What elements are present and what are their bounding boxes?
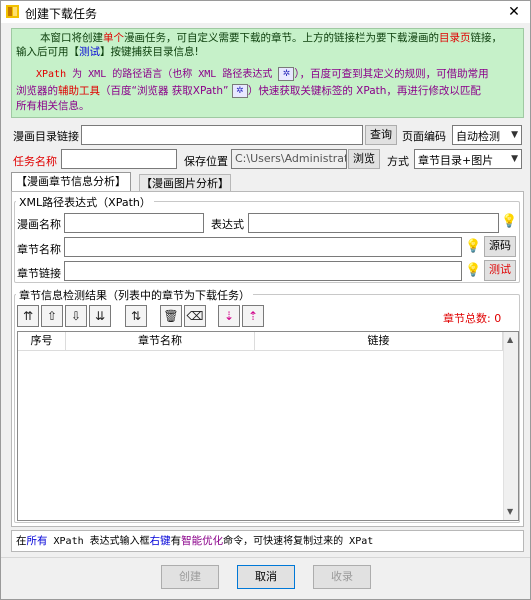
chapter-total: 章节总数: 0: [443, 312, 502, 325]
task-name-label: 任务名称: [13, 155, 57, 168]
save-location-label: 保存位置: [184, 155, 228, 168]
chapter-link-label: 章节链接: [17, 267, 61, 280]
title-bar[interactable]: 创建下载任务 ✕: [1, 1, 530, 23]
column-header-chapter-name[interactable]: 章节名称: [66, 332, 255, 351]
task-name-input[interactable]: [61, 149, 177, 169]
clear-icon[interactable]: ⌫: [184, 305, 206, 327]
window-title: 创建下载任务: [25, 7, 98, 21]
chapter-name-xpath-input[interactable]: [64, 237, 462, 257]
footer-divider: [1, 557, 530, 558]
collect-button[interactable]: 收录: [313, 565, 371, 589]
tab-chapter-analysis[interactable]: 【漫画章节信息分析】: [11, 172, 131, 192]
url-input[interactable]: [81, 125, 363, 145]
expression-label: 表达式: [211, 218, 244, 231]
expression-input[interactable]: [248, 213, 499, 233]
test-button[interactable]: 测试: [484, 260, 516, 281]
xpath-help-icon[interactable]: ✲: [278, 67, 295, 81]
move-bottom-icon[interactable]: ⇊: [89, 305, 111, 327]
info-line-2: 输入后可用【测试】按键捕获目录信息!: [16, 46, 199, 58]
column-header-index[interactable]: 序号: [18, 332, 66, 351]
move-top-icon[interactable]: ⇈: [17, 305, 39, 327]
info-line-5: 所有相关信息。: [16, 100, 90, 112]
cancel-button[interactable]: 取消: [237, 565, 295, 589]
app-icon: [6, 5, 19, 18]
scroll-up-icon[interactable]: ▲: [507, 335, 513, 344]
mode-select[interactable]: 章节目录+图片 ▼: [414, 149, 522, 169]
vertical-scrollbar[interactable]: ▲ ▼: [503, 332, 518, 520]
source-button[interactable]: 源码: [484, 236, 516, 257]
chapter-name-label: 章节名称: [17, 243, 61, 256]
chevron-down-icon: ▼: [511, 130, 518, 140]
tab-image-analysis[interactable]: 【漫画图片分析】: [139, 174, 231, 192]
browse-button[interactable]: 浏览: [348, 149, 380, 169]
mode-label: 方式: [387, 155, 409, 168]
encoding-label: 页面编码: [402, 130, 446, 143]
lightbulb-icon[interactable]: 💡: [501, 213, 517, 231]
lightbulb-icon[interactable]: 💡: [465, 262, 481, 280]
query-button[interactable]: 查询: [365, 125, 397, 145]
delete-icon[interactable]: 🗑: [160, 305, 182, 327]
encoding-select[interactable]: 自动检测 ▼: [452, 125, 522, 145]
dialog-window: 创建下载任务 ✕ 本窗口将创建单个漫画任务，可自定义需要下载的章节。上方的链接栏…: [0, 0, 531, 600]
status-bar: 在所有 XPath 表达式输入框右键有智能优化命令，可快速将复制过来的 XPat: [11, 530, 524, 552]
browser-help-icon[interactable]: ✲: [231, 84, 248, 98]
create-button[interactable]: 创建: [161, 565, 219, 589]
move-up-icon[interactable]: ⇧: [41, 305, 63, 327]
sort-ascending-icon[interactable]: ⇡: [242, 305, 264, 327]
close-button[interactable]: ✕: [498, 1, 530, 23]
url-label: 漫画目录链接: [13, 130, 79, 143]
info-line-4: 浏览器的辅助工具（百度“浏览器 获取XPath” ✲ ）快速获取关键标签的 XPa…: [16, 84, 481, 98]
info-line-1: 本窗口将创建单个漫画任务，可自定义需要下载的章节。上方的链接栏为要下载漫画的目录…: [40, 32, 502, 44]
save-path-input[interactable]: C:\Users\Administrato: [231, 149, 347, 169]
results-group-title: 章节信息检测结果（列表中的章节为下载任务）: [16, 287, 253, 303]
chapter-link-xpath-input[interactable]: [64, 261, 462, 281]
chevron-down-icon: ▼: [511, 154, 518, 164]
comic-name-xpath-input[interactable]: [64, 213, 204, 233]
info-panel: 本窗口将创建单个漫画任务，可自定义需要下载的章节。上方的链接栏为要下载漫画的目录…: [11, 28, 524, 118]
sort-descending-icon[interactable]: ⇣: [218, 305, 240, 327]
close-icon: ✕: [508, 4, 520, 20]
scroll-down-icon[interactable]: ▼: [507, 507, 513, 516]
chapter-list[interactable]: 序号 章节名称 链接 ▲ ▼: [17, 331, 519, 521]
comic-name-label: 漫画名称: [17, 218, 61, 231]
column-header-link[interactable]: 链接: [255, 332, 503, 351]
reverse-order-icon[interactable]: ⇅: [125, 305, 147, 327]
info-line-3: XPath 为 XML 的路径语言（也称 XML 路径表达式 ✲ ），百度可查到其…: [36, 67, 489, 81]
lightbulb-icon[interactable]: 💡: [465, 238, 481, 256]
xpath-group-title: XML路径表达式（XPath）: [16, 194, 154, 210]
move-down-icon[interactable]: ⇩: [65, 305, 87, 327]
